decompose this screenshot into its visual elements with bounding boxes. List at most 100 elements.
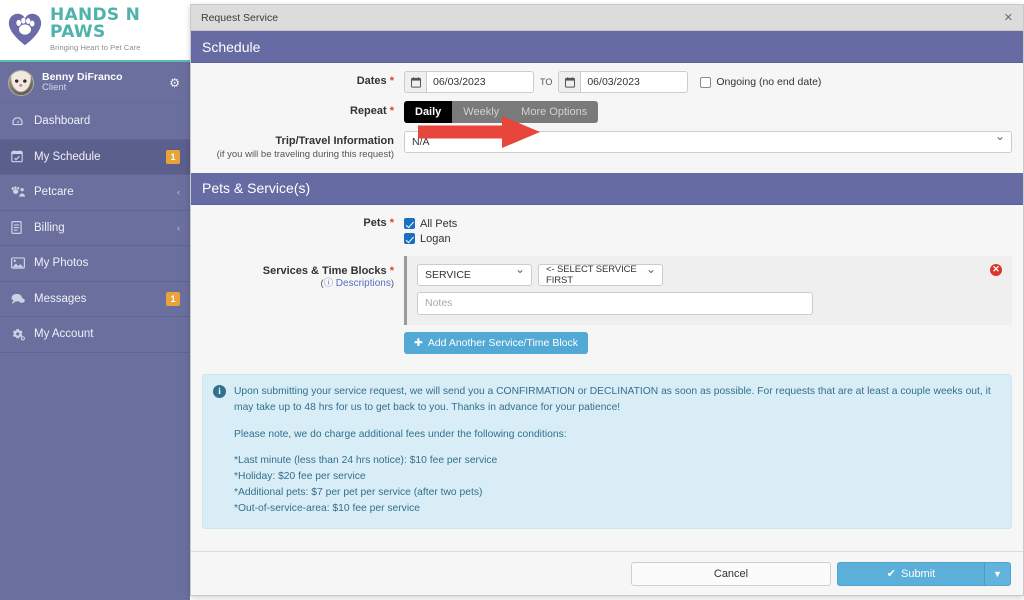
alert-paragraph-1: Upon submitting your service request, we… <box>234 385 991 413</box>
info-alert: i Upon submitting your service request, … <box>202 373 1012 530</box>
sidebar-item-petcare[interactable]: Petcare ‹ <box>0 175 190 211</box>
trip-sublabel: (if you will be traveling during this re… <box>216 148 394 160</box>
sidebar-item-label: My Account <box>34 328 94 341</box>
gear-icon[interactable]: ⚙ <box>169 76 180 90</box>
cogs-icon <box>11 328 28 341</box>
schedule-section-header: Schedule <box>191 31 1023 63</box>
sidebar-badge-messages: 1 <box>166 291 180 306</box>
modal-title: Request Service <box>201 11 279 24</box>
sidebar-user-row[interactable]: Benny DiFranco Client ⚙ <box>0 62 190 104</box>
alert-fee-line: *Additional pets: $7 per pet per service… <box>234 487 483 499</box>
plus-circle-icon: ✚ <box>414 336 423 349</box>
required-marker: * <box>389 105 394 117</box>
trip-label: Trip/Travel Information (if you will be … <box>202 131 404 161</box>
brand-title: HANDS N PAWS <box>50 4 141 42</box>
sidebar-nav: Dashboard My Schedule 1 Petcare ‹ Billin… <box>0 104 190 600</box>
chat-icon <box>11 293 28 305</box>
sidebar-item-label: My Photos <box>34 257 89 270</box>
sidebar: HANDS N PAWS Bringing Heart to Pet Care … <box>0 0 190 600</box>
ongoing-label: Ongoing (no end date) <box>716 76 822 88</box>
brand-logo[interactable]: HANDS N PAWS Bringing Heart to Pet Care <box>0 0 190 62</box>
paw-users-icon <box>11 186 28 198</box>
sidebar-item-label: Messages <box>34 292 87 305</box>
sidebar-item-billing[interactable]: Billing ‹ <box>0 211 190 246</box>
info-alert-body: Upon submitting your service request, we… <box>234 384 999 518</box>
user-role: Client <box>42 82 67 94</box>
trip-select[interactable]: N/A <box>404 129 1012 153</box>
services-label: Services & Time Blocks * (ⓘ Descriptions… <box>262 264 394 290</box>
required-marker: * <box>389 216 394 229</box>
time-block-select[interactable]: <- SELECT SERVICE FIRST <box>538 262 663 286</box>
service-select[interactable]: SERVICE <box>417 262 532 286</box>
sidebar-item-my-schedule[interactable]: My Schedule 1 <box>0 139 190 175</box>
sidebar-item-messages[interactable]: Messages 1 <box>0 282 190 317</box>
descriptions-link[interactable]: Descriptions <box>336 278 391 289</box>
pets-services-heading: Pets & Service(s) <box>202 180 311 197</box>
calendar-icon[interactable] <box>558 71 581 93</box>
dates-row: Dates * TO <box>202 71 1012 93</box>
pets-row: Pets * All Pets Logan <box>202 216 1012 245</box>
add-button-label: Add Another Service/Time Block <box>427 336 578 349</box>
close-icon[interactable]: ✕ <box>1004 11 1013 24</box>
calendar-icon <box>11 150 28 163</box>
ongoing-checkbox[interactable]: Ongoing (no end date) <box>700 76 821 88</box>
service-select-value: SERVICE <box>425 268 471 281</box>
checkbox-box[interactable] <box>404 218 415 230</box>
cancel-button[interactable]: Cancel <box>631 561 831 586</box>
pets-services-section-body: Pets * All Pets Logan Services & Time Bl… <box>191 204 1023 364</box>
submit-dropdown-button[interactable]: ▼ <box>985 561 1011 586</box>
checkbox-box[interactable] <box>404 233 415 245</box>
modal-stage: Request Service ✕ Schedule Dates * 06/03… <box>190 0 1024 600</box>
remove-circle-icon[interactable]: ✕ <box>990 263 1002 276</box>
sidebar-item-dashboard[interactable]: Dashboard <box>0 104 190 140</box>
document-icon <box>11 221 28 235</box>
repeat-option-daily[interactable]: Daily <box>404 101 453 123</box>
repeat-option-more[interactable]: More Options <box>510 101 599 123</box>
pet-option-label: Logan <box>420 232 451 245</box>
time-block-select-value: <- SELECT SERVICE FIRST <box>546 263 637 286</box>
required-marker: * <box>389 75 394 87</box>
notes-input[interactable] <box>417 291 813 315</box>
checkbox-box[interactable] <box>700 76 712 88</box>
modal-footer: Cancel ✔ Submit ▼ <box>191 551 1023 595</box>
info-icon: i <box>213 384 226 398</box>
pets-checkbox-list: All Pets Logan <box>404 216 457 245</box>
submit-button-group: ✔ Submit ▼ <box>837 561 1011 586</box>
sidebar-item-label: My Schedule <box>34 150 101 163</box>
chevron-left-icon: ‹ <box>177 222 180 233</box>
repeat-label: Repeat * <box>349 105 394 117</box>
brand-tagline: Bringing Heart to Pet Care <box>50 42 141 52</box>
question-circle-icon[interactable]: ⓘ <box>324 278 334 289</box>
pets-services-section-header: Pets & Service(s) <box>191 172 1023 205</box>
alert-fee-line: *Out-of-service-area: $10 fee per servic… <box>234 503 420 515</box>
services-row: Services & Time Blocks * (ⓘ Descriptions… <box>202 255 1012 354</box>
sidebar-item-my-photos[interactable]: My Photos <box>0 246 190 282</box>
start-date-group[interactable] <box>404 71 534 93</box>
sidebar-item-label: Billing <box>34 221 65 234</box>
service-time-block-card: ✕ SERVICE <- SELECT SERVICE FIRST <box>404 255 1012 325</box>
pets-label: Pets * <box>363 216 394 229</box>
add-service-time-block-button[interactable]: ✚ Add Another Service/Time Block <box>404 331 588 354</box>
trip-row: Trip/Travel Information (if you will be … <box>202 129 1012 161</box>
pet-option-all[interactable]: All Pets <box>404 218 457 230</box>
sidebar-item-my-account[interactable]: My Account <box>0 317 190 353</box>
submit-label: Submit <box>900 567 936 580</box>
calendar-icon[interactable] <box>404 71 426 93</box>
caret-down-icon: ▼ <box>993 568 1002 579</box>
alert-fee-line: *Last minute (less than 24 hrs notice): … <box>234 455 498 467</box>
chevron-left-icon: ‹ <box>177 187 180 198</box>
submit-button[interactable]: ✔ Submit <box>837 561 985 586</box>
modal-body: Schedule Dates * 06/03/2023 TO 06/03/202… <box>191 31 1023 551</box>
pet-option-logan[interactable]: Logan <box>404 233 457 245</box>
repeat-option-weekly[interactable]: Weekly <box>452 101 511 123</box>
avatar <box>8 69 34 96</box>
sidebar-badge-my-schedule: 1 <box>166 149 180 164</box>
sidebar-item-label: Dashboard <box>34 115 91 128</box>
start-date-input[interactable] <box>426 71 534 93</box>
end-date-group[interactable] <box>558 71 689 93</box>
alert-fee-line: *Holiday: $20 fee per service <box>234 471 366 483</box>
alert-paragraph-2: Please note, we do charge additional fee… <box>234 428 567 440</box>
schedule-heading: Schedule <box>202 38 261 55</box>
end-date-input[interactable] <box>580 71 689 93</box>
schedule-section-body: Dates * TO <box>191 63 1023 173</box>
